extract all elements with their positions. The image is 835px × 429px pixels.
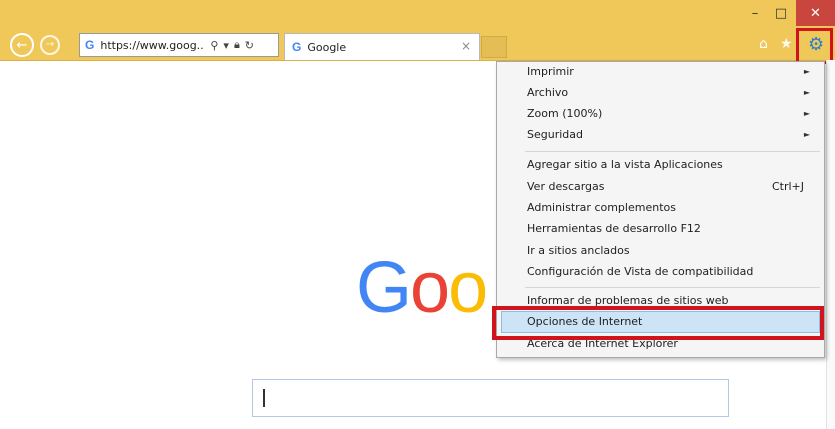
logo-letter: o [448, 248, 488, 328]
back-button[interactable]: ← [10, 33, 34, 57]
menu-item-label: Ver descargas [527, 180, 605, 193]
search-icon[interactable]: ⚲ [210, 39, 218, 52]
logo-letter: G [356, 248, 412, 328]
minimize-button[interactable]: – [742, 0, 768, 26]
gear-highlight-box [796, 28, 833, 64]
menu-separator [525, 287, 820, 288]
menu-item-herramientas-desarrollo[interactable]: Herramientas de desarrollo F12 [527, 219, 701, 239]
menu-separator [525, 151, 820, 152]
menu-item-label: Herramientas de desarrollo F12 [527, 222, 701, 235]
opciones-highlight-box [492, 306, 824, 340]
menu-item-label: Ir a sitios anclados [527, 244, 630, 257]
scrollbar[interactable] [826, 60, 835, 429]
menu-item-imprimir[interactable]: Imprimir ► [527, 62, 818, 82]
search-input[interactable] [252, 379, 729, 417]
lock-icon[interactable]: 🔒︎ [234, 38, 240, 52]
menu-item-vista-compatibilidad[interactable]: Configuración de Vista de compatibilidad [527, 262, 753, 282]
menu-item-sitios-anclados[interactable]: Ir a sitios anclados [527, 241, 630, 261]
menu-item-label: Imprimir [527, 65, 574, 78]
menu-item-label: Archivo [527, 86, 569, 99]
tab-close-icon[interactable]: × [461, 39, 471, 53]
menu-item-label: Configuración de Vista de compatibilidad [527, 265, 754, 278]
close-window-button[interactable]: ✕ [796, 0, 835, 26]
new-tab-button[interactable] [481, 36, 507, 58]
home-icon[interactable]: ⌂ [759, 36, 768, 52]
forward-button[interactable]: → [40, 35, 60, 55]
refresh-icon[interactable]: ↻ [245, 39, 254, 52]
menu-item-agregar-sitio[interactable]: Agregar sitio a la vista Aplicaciones [527, 155, 723, 175]
menu-item-seguridad[interactable]: Seguridad ► [527, 125, 818, 145]
submenu-arrow-icon: ► [803, 109, 810, 118]
text-caret [263, 389, 265, 407]
menu-item-ver-descargas[interactable]: Ver descargas Ctrl+J [527, 177, 818, 197]
submenu-arrow-icon: ► [803, 88, 810, 97]
menu-item-label: Administrar complementos [527, 201, 676, 214]
address-bar[interactable]: G https://www.goog... ⚲ ▾ 🔒︎ ↻ [79, 33, 279, 57]
shortcut-label: Ctrl+J [771, 180, 804, 193]
menu-item-label: Agregar sitio a la vista Aplicaciones [527, 158, 723, 171]
title-bar: – □ ✕ ← → G https://www.goog... ⚲ ▾ 🔒︎ ↻… [0, 0, 835, 61]
url-text[interactable]: https://www.goog... [100, 39, 204, 52]
dropdown-icon[interactable]: ▾ [223, 39, 229, 52]
menu-item-zoom[interactable]: Zoom (100%) ► [527, 104, 818, 124]
tab-title: Google [307, 40, 347, 54]
menu-item-label: Seguridad [527, 128, 583, 141]
google-logo: Goo [356, 252, 488, 324]
maximize-button[interactable]: □ [768, 0, 794, 26]
arrow-right-icon: → [45, 39, 55, 50]
menu-item-administrar-complementos[interactable]: Administrar complementos [527, 198, 676, 218]
menu-item-archivo[interactable]: Archivo ► [527, 83, 818, 103]
menu-item-label: Zoom (100%) [527, 107, 603, 120]
site-favicon: G [85, 38, 95, 52]
tab-google[interactable]: G Google × [284, 33, 480, 60]
logo-letter: o [410, 248, 450, 328]
submenu-arrow-icon: ► [803, 67, 810, 76]
tab-favicon: G [292, 40, 302, 54]
submenu-arrow-icon: ► [803, 130, 810, 139]
star-icon[interactable]: ★ [780, 36, 793, 52]
arrow-left-icon: ← [16, 37, 28, 53]
